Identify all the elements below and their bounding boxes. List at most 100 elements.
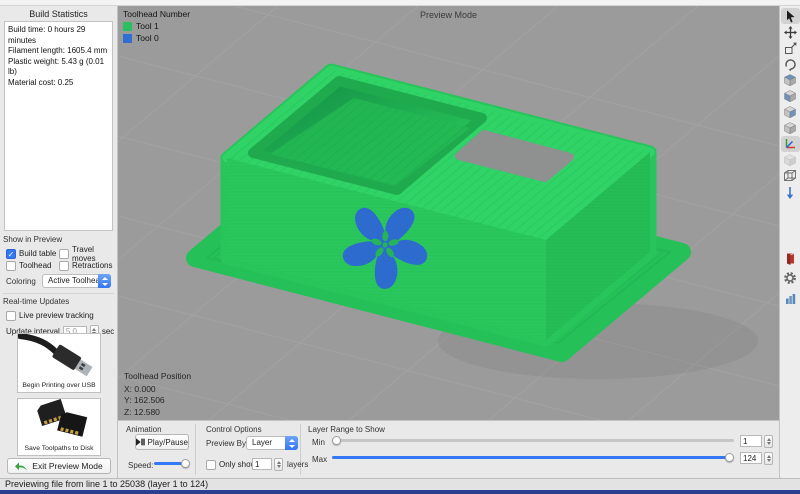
preview-by-label: Preview By bbox=[206, 439, 246, 448]
max-label: Max bbox=[312, 455, 327, 464]
toolhead-z: Z: 12.580 bbox=[124, 407, 191, 419]
stats-bars-icon bbox=[784, 292, 797, 305]
cube-faded-icon bbox=[783, 153, 797, 167]
min-layer-input[interactable] bbox=[740, 435, 762, 447]
sd-cards-image bbox=[18, 399, 100, 443]
scale-icon bbox=[784, 42, 797, 55]
only-show-stepper[interactable] bbox=[274, 458, 283, 471]
stat-material-cost: Material cost: 0.25 bbox=[8, 78, 109, 89]
cube-plain-icon bbox=[783, 121, 797, 135]
view-side-button[interactable] bbox=[781, 104, 800, 120]
stat-plastic-weight: Plastic weight: 5.43 g (0.01 lb) bbox=[8, 57, 109, 78]
toolhead-label: Toolhead bbox=[19, 261, 51, 270]
cursor-tool-button[interactable] bbox=[781, 8, 800, 24]
max-layer-input[interactable] bbox=[740, 452, 762, 464]
update-interval-unit: sec bbox=[102, 327, 114, 336]
sd-button-caption: Save Toolpaths to Disk bbox=[18, 445, 100, 454]
checkbox-toolhead[interactable]: Toolhead bbox=[6, 260, 51, 271]
left-sidebar: Build Statistics Build time: 0 hours 29 … bbox=[0, 6, 118, 478]
cube-front-icon bbox=[783, 89, 797, 103]
axes-toggle-button[interactable] bbox=[781, 136, 800, 152]
view-iso-button[interactable] bbox=[781, 120, 800, 136]
preview-controls-bar: Animation Play/Pause Speed: Control Opti… bbox=[118, 420, 779, 478]
build-statistics-box: Build time: 0 hours 29 minutes Filament … bbox=[4, 21, 113, 231]
build-table-label: Build table bbox=[19, 249, 56, 258]
bottom-accent-strip bbox=[0, 490, 800, 494]
min-layer-stepper[interactable] bbox=[764, 435, 773, 448]
play-pause-button[interactable]: Play/Pause bbox=[135, 434, 189, 450]
build-table-checkbox-box[interactable] bbox=[6, 249, 16, 259]
cube-top-icon bbox=[783, 73, 797, 87]
usb-button-caption: Begin Printing over USB bbox=[18, 382, 100, 391]
control-options-title: Control Options bbox=[206, 425, 262, 434]
preview-3d-viewport[interactable]: Toolhead Number Tool 1 Tool 0 Preview Mo… bbox=[118, 6, 779, 420]
speed-label: Speed: bbox=[128, 461, 153, 470]
scale-tool-button[interactable] bbox=[781, 40, 800, 56]
save-toolpaths-button[interactable]: Save Toolpaths to Disk bbox=[17, 398, 101, 456]
preview-by-dropdown[interactable]: Layer bbox=[246, 436, 298, 450]
toolhead-y: Y: 162.506 bbox=[124, 395, 191, 407]
max-layer-slider[interactable] bbox=[332, 453, 734, 462]
view-front-button[interactable] bbox=[781, 88, 800, 104]
checkbox-live-preview-tracking[interactable]: Live preview tracking bbox=[6, 310, 94, 321]
settings-button[interactable] bbox=[781, 268, 800, 288]
live-tracking-checkbox-box[interactable] bbox=[6, 311, 16, 321]
legend-tool0: Tool 0 bbox=[123, 33, 190, 43]
cross-section-icon bbox=[784, 252, 797, 265]
exit-button-label: Exit Preview Mode bbox=[32, 461, 102, 471]
min-layer-slider[interactable] bbox=[332, 436, 734, 445]
stat-build-time: Build time: 0 hours 29 minutes bbox=[8, 25, 109, 46]
cursor-icon bbox=[784, 10, 797, 23]
toolhead-x: X: 0.000 bbox=[124, 384, 191, 396]
travel-moves-checkbox-box[interactable] bbox=[59, 249, 69, 259]
toolhead-checkbox-box[interactable] bbox=[6, 261, 16, 271]
only-show-label: Only show bbox=[219, 460, 256, 469]
pan-tool-button[interactable] bbox=[781, 24, 800, 40]
checkbox-build-table[interactable]: Build table bbox=[6, 248, 56, 259]
play-pause-icon bbox=[136, 438, 145, 446]
layer-range-title: Layer Range to Show bbox=[308, 425, 385, 434]
back-arrow-icon bbox=[15, 462, 28, 471]
divider bbox=[195, 424, 196, 475]
view-toolbar bbox=[779, 6, 800, 478]
viewport-canvas[interactable] bbox=[118, 6, 779, 420]
animation-title: Animation bbox=[126, 425, 162, 434]
rotate-icon bbox=[784, 58, 797, 71]
begin-printing-usb-button[interactable]: Begin Printing over USB bbox=[17, 333, 101, 393]
rotate-tool-button[interactable] bbox=[781, 56, 800, 72]
toolhead-position-block: Toolhead Position X: 0.000 Y: 162.506 Z:… bbox=[124, 371, 191, 418]
only-show-checkbox-box[interactable] bbox=[206, 460, 216, 470]
checkbox-retractions[interactable]: Retractions bbox=[59, 260, 112, 271]
checkbox-only-show[interactable]: Only show bbox=[206, 459, 256, 470]
drop-model-button[interactable] bbox=[781, 184, 800, 200]
printed-model bbox=[195, 70, 758, 379]
cross-section-button[interactable] bbox=[781, 248, 800, 268]
stats-button[interactable] bbox=[781, 288, 800, 308]
tool1-label: Tool 1 bbox=[136, 21, 159, 31]
show-in-preview-label: Show in Preview bbox=[3, 235, 62, 244]
toolhead-position-title: Toolhead Position bbox=[124, 371, 191, 383]
tool0-label: Tool 0 bbox=[136, 33, 159, 43]
tool1-swatch bbox=[123, 22, 132, 31]
dropdown-arrows-icon bbox=[285, 436, 298, 450]
retractions-checkbox-box[interactable] bbox=[59, 261, 69, 271]
exit-preview-mode-button[interactable]: Exit Preview Mode bbox=[7, 458, 111, 474]
pan-icon bbox=[784, 26, 797, 39]
drop-arrow-icon bbox=[784, 186, 796, 199]
coloring-dropdown[interactable]: Active Toolhead bbox=[42, 274, 111, 288]
only-show-input[interactable] bbox=[252, 458, 272, 470]
wireframe-toggle-button[interactable] bbox=[781, 168, 800, 184]
view-top-button[interactable] bbox=[781, 72, 800, 88]
axes-icon bbox=[783, 137, 797, 151]
speed-slider[interactable] bbox=[154, 459, 190, 468]
max-layer-stepper[interactable] bbox=[764, 452, 773, 465]
coloring-dropdown-value: Active Toolhead bbox=[48, 276, 104, 285]
realtime-updates-label: Real-time Updates bbox=[3, 297, 69, 306]
layers-unit-label: layers bbox=[287, 460, 308, 469]
checkbox-travel-moves[interactable]: Travel moves bbox=[59, 248, 116, 259]
section-divider bbox=[3, 293, 114, 294]
usb-cable-image bbox=[18, 334, 100, 380]
retractions-label: Retractions bbox=[72, 261, 112, 270]
model-visibility-button[interactable] bbox=[781, 152, 800, 168]
build-statistics-title: Build Statistics bbox=[0, 9, 117, 19]
